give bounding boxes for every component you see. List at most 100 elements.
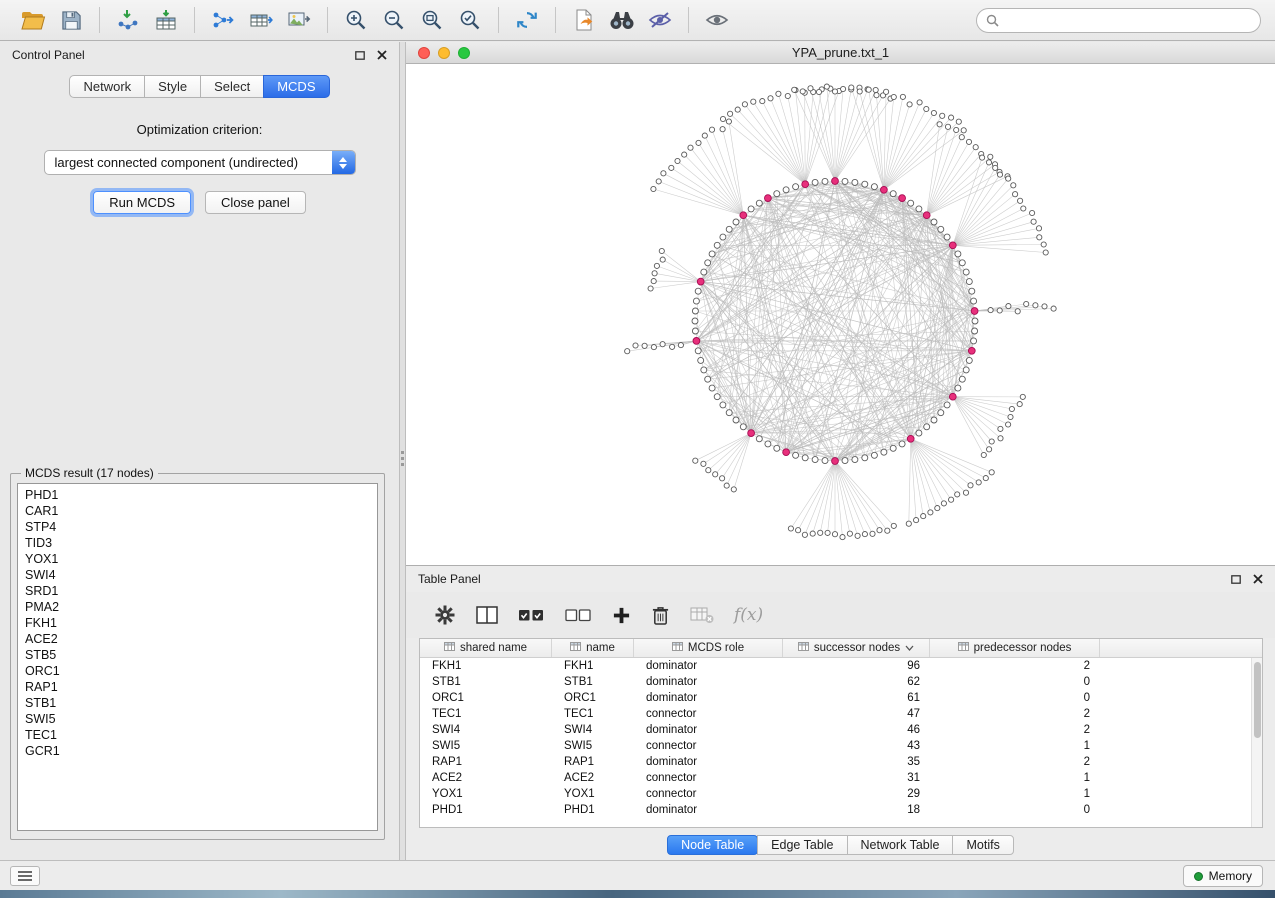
mcds-result-item[interactable]: YOX1 [18, 551, 377, 567]
mcds-result-item[interactable]: CAR1 [18, 503, 377, 519]
control-panel-tabs: NetworkStyleSelectMCDS [0, 75, 399, 98]
table-row[interactable]: SWI4SWI4dominator462 [420, 722, 1251, 738]
table-cell: 0 [930, 690, 1100, 706]
deselect-all-button[interactable] [565, 606, 592, 624]
search-input[interactable] [1005, 13, 1251, 27]
save-session-button[interactable] [52, 3, 90, 37]
mcds-result-item[interactable]: STB5 [18, 647, 377, 663]
table-row[interactable]: STB1STB1dominator620 [420, 674, 1251, 690]
mcds-result-list[interactable]: PHD1CAR1STP4TID3YOX1SWI4SRD1PMA2FKH1ACE2… [17, 483, 378, 831]
import-table-button[interactable] [147, 3, 185, 37]
mcds-result-item[interactable]: ACE2 [18, 631, 377, 647]
table-cell: ACE2 [420, 770, 552, 786]
column-header-name[interactable]: name [552, 639, 634, 657]
column-header-shared-name[interactable]: shared name [420, 639, 552, 657]
table-row[interactable]: RAP1RAP1dominator352 [420, 754, 1251, 770]
zoom-fit-button[interactable] [413, 3, 451, 37]
mcds-result-item[interactable]: SRD1 [18, 583, 377, 599]
tab-mcds[interactable]: MCDS [263, 75, 329, 98]
column-header-predecessor-nodes[interactable]: predecessor nodes [930, 639, 1100, 657]
memory-button[interactable]: Memory [1183, 865, 1263, 887]
tab-network-table[interactable]: Network Table [847, 835, 954, 855]
float-panel-icon[interactable] [355, 51, 365, 60]
vertical-splitter[interactable] [399, 42, 406, 860]
table-row[interactable]: SWI5SWI5connector431 [420, 738, 1251, 754]
table-cell: PHD1 [552, 802, 634, 818]
maximize-window-icon[interactable] [458, 47, 470, 59]
run-mcds-button[interactable]: Run MCDS [93, 191, 191, 214]
table-row[interactable]: PHD1PHD1dominator180 [420, 802, 1251, 818]
column-header-MCDS-role[interactable]: MCDS role [634, 639, 783, 657]
table-row[interactable]: YOX1YOX1connector291 [420, 786, 1251, 802]
select-all-button[interactable] [518, 606, 545, 624]
table-cell: 2 [930, 658, 1100, 674]
tab-network[interactable]: Network [69, 75, 145, 98]
table-cell: connector [634, 706, 783, 722]
tab-node-table[interactable]: Node Table [667, 835, 758, 855]
network-titlebar[interactable]: YPA_prune.txt_1 [406, 42, 1275, 64]
float-table-panel-icon[interactable] [1231, 575, 1241, 584]
tab-style[interactable]: Style [144, 75, 201, 98]
mcds-result-item[interactable]: TEC1 [18, 727, 377, 743]
mcds-result-item[interactable]: ORC1 [18, 663, 377, 679]
mcds-result-item[interactable]: STP4 [18, 519, 377, 535]
zoom-out-button[interactable] [375, 3, 413, 37]
export-table-button[interactable] [242, 3, 280, 37]
share-document-button[interactable] [565, 3, 603, 37]
mcds-result-item[interactable]: PMA2 [18, 599, 377, 615]
tab-motifs[interactable]: Motifs [952, 835, 1013, 855]
delete-row-icon [651, 605, 670, 626]
control-panel: Control Panel NetworkStyleSelectMCDS Opt… [0, 42, 399, 860]
table-cell: RAP1 [552, 754, 634, 770]
mcds-result-item[interactable]: RAP1 [18, 679, 377, 695]
delete-row-button[interactable] [651, 605, 670, 626]
refresh-view-button[interactable] [508, 3, 546, 37]
add-row-button[interactable] [612, 606, 631, 625]
search-icon [986, 14, 999, 27]
preview-eye-button[interactable] [698, 3, 736, 37]
table-row[interactable]: ORC1ORC1dominator610 [420, 690, 1251, 706]
zoom-in-button[interactable] [337, 3, 375, 37]
mcds-result-item[interactable]: TID3 [18, 535, 377, 551]
tab-select[interactable]: Select [200, 75, 264, 98]
export-network-button[interactable] [204, 3, 242, 37]
close-table-panel-icon[interactable] [1253, 574, 1263, 584]
find-binoculars-icon [609, 10, 635, 30]
column-header-successor-nodes[interactable]: successor nodes [783, 639, 930, 657]
control-panel-title: Control Panel [12, 48, 85, 62]
close-window-icon[interactable] [418, 47, 430, 59]
settings-button[interactable] [434, 604, 456, 626]
open-file-button[interactable] [14, 3, 52, 37]
mcds-result-item[interactable]: PHD1 [18, 487, 377, 503]
network-graph [406, 64, 1275, 565]
hide-analyzer-button[interactable] [641, 3, 679, 37]
table-row[interactable]: ACE2ACE2connector311 [420, 770, 1251, 786]
tab-edge-table[interactable]: Edge Table [757, 835, 847, 855]
criterion-dropdown[interactable]: largest connected component (undirected) [44, 150, 356, 175]
table-cell: SWI4 [420, 722, 552, 738]
export-image-button[interactable] [280, 3, 318, 37]
minimize-window-icon[interactable] [438, 47, 450, 59]
mcds-result-item[interactable]: STB1 [18, 695, 377, 711]
close-panel-icon[interactable] [377, 50, 387, 60]
search-field[interactable] [976, 8, 1261, 33]
table-row[interactable]: FKH1FKH1dominator962 [420, 658, 1251, 674]
column-layout-button[interactable] [476, 605, 498, 625]
table-row[interactable]: TEC1TEC1connector472 [420, 706, 1251, 722]
network-canvas[interactable] [406, 64, 1275, 565]
task-history-button[interactable] [10, 866, 40, 886]
mcds-result-item[interactable]: SWI4 [18, 567, 377, 583]
table-scrollbar[interactable] [1251, 658, 1262, 827]
find-binoculars-button[interactable] [603, 3, 641, 37]
delete-table-button [690, 606, 714, 624]
mcds-result-item[interactable]: FKH1 [18, 615, 377, 631]
table-cell: 31 [783, 770, 930, 786]
close-panel-button[interactable]: Close panel [205, 191, 306, 214]
import-network-button[interactable] [109, 3, 147, 37]
zoom-selected-button[interactable] [451, 3, 489, 37]
scrollbar-thumb[interactable] [1254, 662, 1261, 738]
table-cell: ORC1 [552, 690, 634, 706]
mcds-result-item[interactable]: SWI5 [18, 711, 377, 727]
table-cell: 35 [783, 754, 930, 770]
mcds-result-item[interactable]: GCR1 [18, 743, 377, 759]
